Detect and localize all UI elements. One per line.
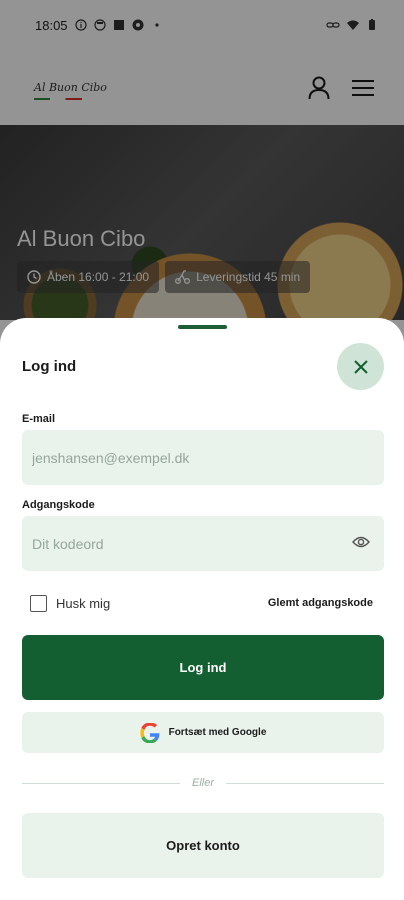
google-icon bbox=[139, 722, 160, 743]
close-button[interactable] bbox=[337, 343, 384, 390]
google-signin-button[interactable]: Fortsæt med Google bbox=[22, 712, 384, 753]
create-account-button[interactable]: Opret konto bbox=[22, 813, 384, 878]
password-field[interactable] bbox=[32, 535, 332, 552]
login-sheet: Log ind E-mail Adgangskode Husk mig Glem… bbox=[0, 318, 404, 900]
remember-me[interactable]: Husk mig bbox=[30, 595, 110, 612]
password-label: Adgangskode bbox=[22, 499, 95, 511]
or-divider-text: Eller bbox=[192, 777, 215, 789]
email-label: E-mail bbox=[22, 413, 56, 425]
or-divider: Eller bbox=[22, 776, 385, 790]
forgot-password-link[interactable]: Glemt adgangskode bbox=[268, 597, 373, 609]
close-icon bbox=[353, 359, 368, 374]
remember-checkbox[interactable] bbox=[30, 595, 47, 612]
remember-label: Husk mig bbox=[56, 596, 111, 611]
login-button[interactable]: Log ind bbox=[22, 635, 384, 700]
google-button-label: Fortsæt med Google bbox=[168, 727, 267, 738]
sheet-title: Log ind bbox=[22, 358, 77, 375]
email-field-container bbox=[22, 430, 384, 485]
drag-handle[interactable] bbox=[178, 325, 227, 329]
email-field[interactable] bbox=[32, 449, 332, 466]
password-field-container bbox=[22, 516, 384, 571]
eye-icon[interactable] bbox=[352, 535, 370, 549]
